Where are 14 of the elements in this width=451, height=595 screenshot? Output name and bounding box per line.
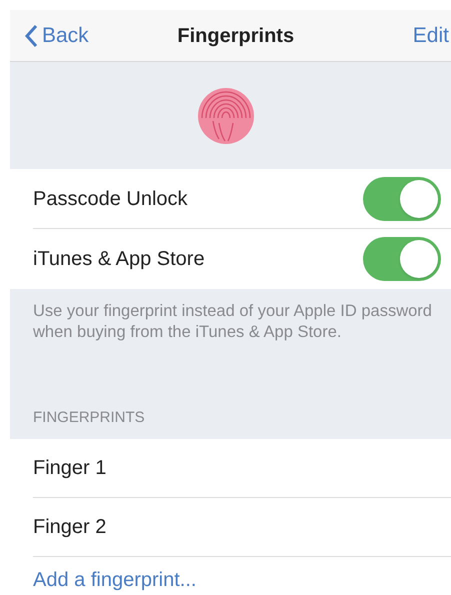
setting-label: iTunes & App Store bbox=[33, 247, 205, 272]
fingerprint-icon bbox=[196, 86, 254, 144]
fingerprint-row[interactable]: Finger 1 bbox=[33, 439, 451, 498]
page-title: Fingerprints bbox=[177, 24, 294, 48]
chevron-left-icon bbox=[24, 24, 38, 48]
fingerprint-row[interactable]: Finger 2 bbox=[33, 498, 451, 557]
edit-button[interactable]: Edit bbox=[412, 20, 451, 52]
footer-note: Use your fingerprint instead of your Apple ID password when buying from the iTunes & App Store. bbox=[33, 301, 433, 343]
setting-label: Passcode Unlock bbox=[33, 186, 188, 212]
add-fingerprint-link[interactable]: Add a fingerprint... bbox=[33, 564, 196, 594]
toggle-switch[interactable] bbox=[363, 237, 441, 281]
toggle-switch[interactable] bbox=[363, 176, 441, 220]
section-header: FINGERPRINTS bbox=[33, 408, 146, 428]
back-button[interactable]: Back bbox=[24, 20, 89, 52]
